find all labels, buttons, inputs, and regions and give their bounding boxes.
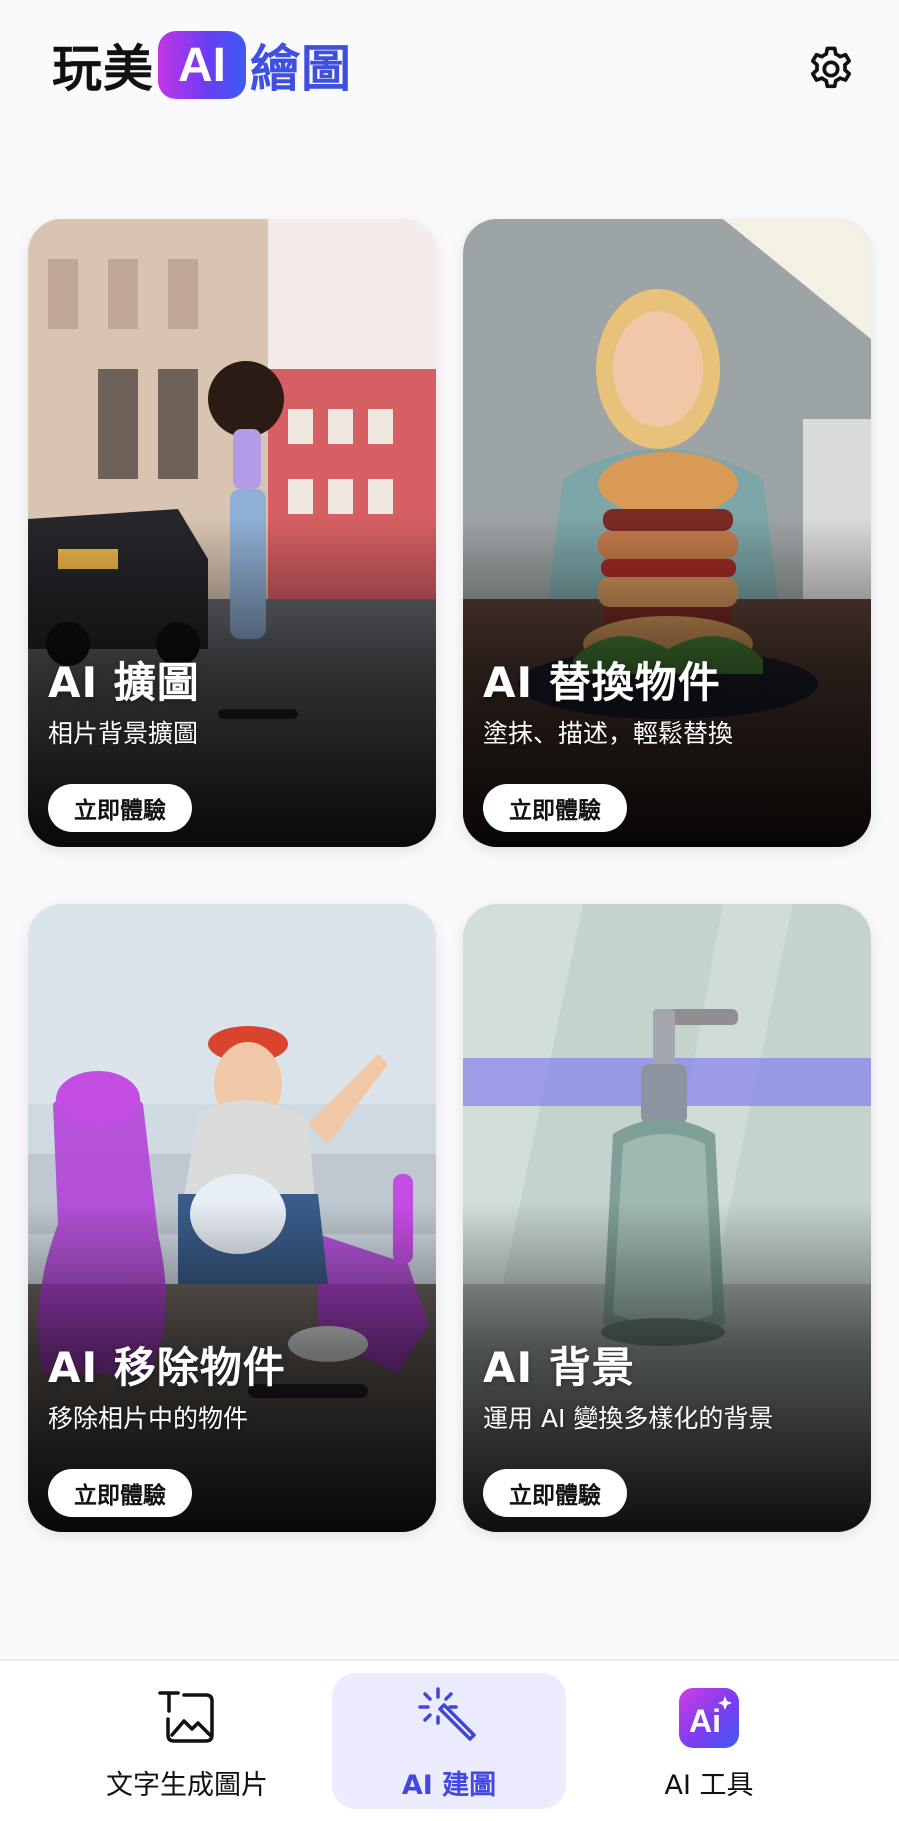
card-title: AI 替換物件 (483, 658, 721, 707)
try-now-button[interactable]: 立即體驗 (483, 1469, 627, 1517)
card-subtitle: 塗抹、描述，輕鬆替換 (483, 719, 734, 748)
nav-item-ai-tools[interactable]: Ai AI 工具 (614, 1661, 804, 1821)
nav-label: AI 工具 (664, 1770, 754, 1801)
card-subtitle: 相片背景擴圖 (48, 719, 199, 748)
nav-label: 文字生成圖片 (106, 1770, 268, 1801)
card-title: AI 移除物件 (48, 1343, 286, 1392)
nav-item-ai-create[interactable]: AI 建圖 (354, 1661, 544, 1821)
card-ai-background[interactable]: AI 背景 運用 AI 變換多樣化的背景 立即體驗 (463, 904, 871, 1532)
logo-ai-badge: AI (158, 31, 246, 99)
card-ai-replace[interactable]: AI 替換物件 塗抹、描述，輕鬆替換 立即體驗 (463, 219, 871, 847)
text-to-image-icon (154, 1685, 220, 1751)
header: 玩美 AI 繪圖 (0, 0, 899, 140)
card-title: AI 背景 (483, 1343, 635, 1392)
ai-tools-icon: Ai (676, 1685, 742, 1751)
nav-label: AI 建圖 (401, 1770, 497, 1801)
magic-wand-icon (416, 1685, 482, 1751)
svg-text:Ai: Ai (689, 1703, 721, 1739)
bottom-nav: 文字生成圖片 AI 建圖 Ai AI 工具 (0, 1659, 899, 1821)
nav-item-text-to-image[interactable]: 文字生成圖片 (92, 1661, 282, 1821)
try-now-button[interactable]: 立即體驗 (48, 1469, 192, 1517)
try-now-button[interactable]: 立即體驗 (48, 784, 192, 832)
gear-icon (810, 46, 852, 89)
settings-button[interactable] (800, 38, 862, 100)
card-subtitle: 運用 AI 變換多樣化的背景 (483, 1404, 774, 1433)
try-now-button[interactable]: 立即體驗 (483, 784, 627, 832)
logo-suffix: 繪圖 (250, 40, 352, 98)
logo-prefix: 玩美 (52, 40, 154, 98)
app-logo: 玩美 AI 繪圖 (52, 30, 352, 100)
app-root: 玩美 AI 繪圖 AI 擴圖 相片背景擴圖 立即體驗 AI 替換物件 塗抹、描述… (0, 0, 899, 1821)
card-ai-remove[interactable]: AI 移除物件 移除相片中的物件 立即體驗 (28, 904, 436, 1532)
card-ai-outpaint[interactable]: AI 擴圖 相片背景擴圖 立即體驗 (28, 219, 436, 847)
card-title: AI 擴圖 (48, 658, 200, 707)
card-subtitle: 移除相片中的物件 (48, 1404, 249, 1433)
